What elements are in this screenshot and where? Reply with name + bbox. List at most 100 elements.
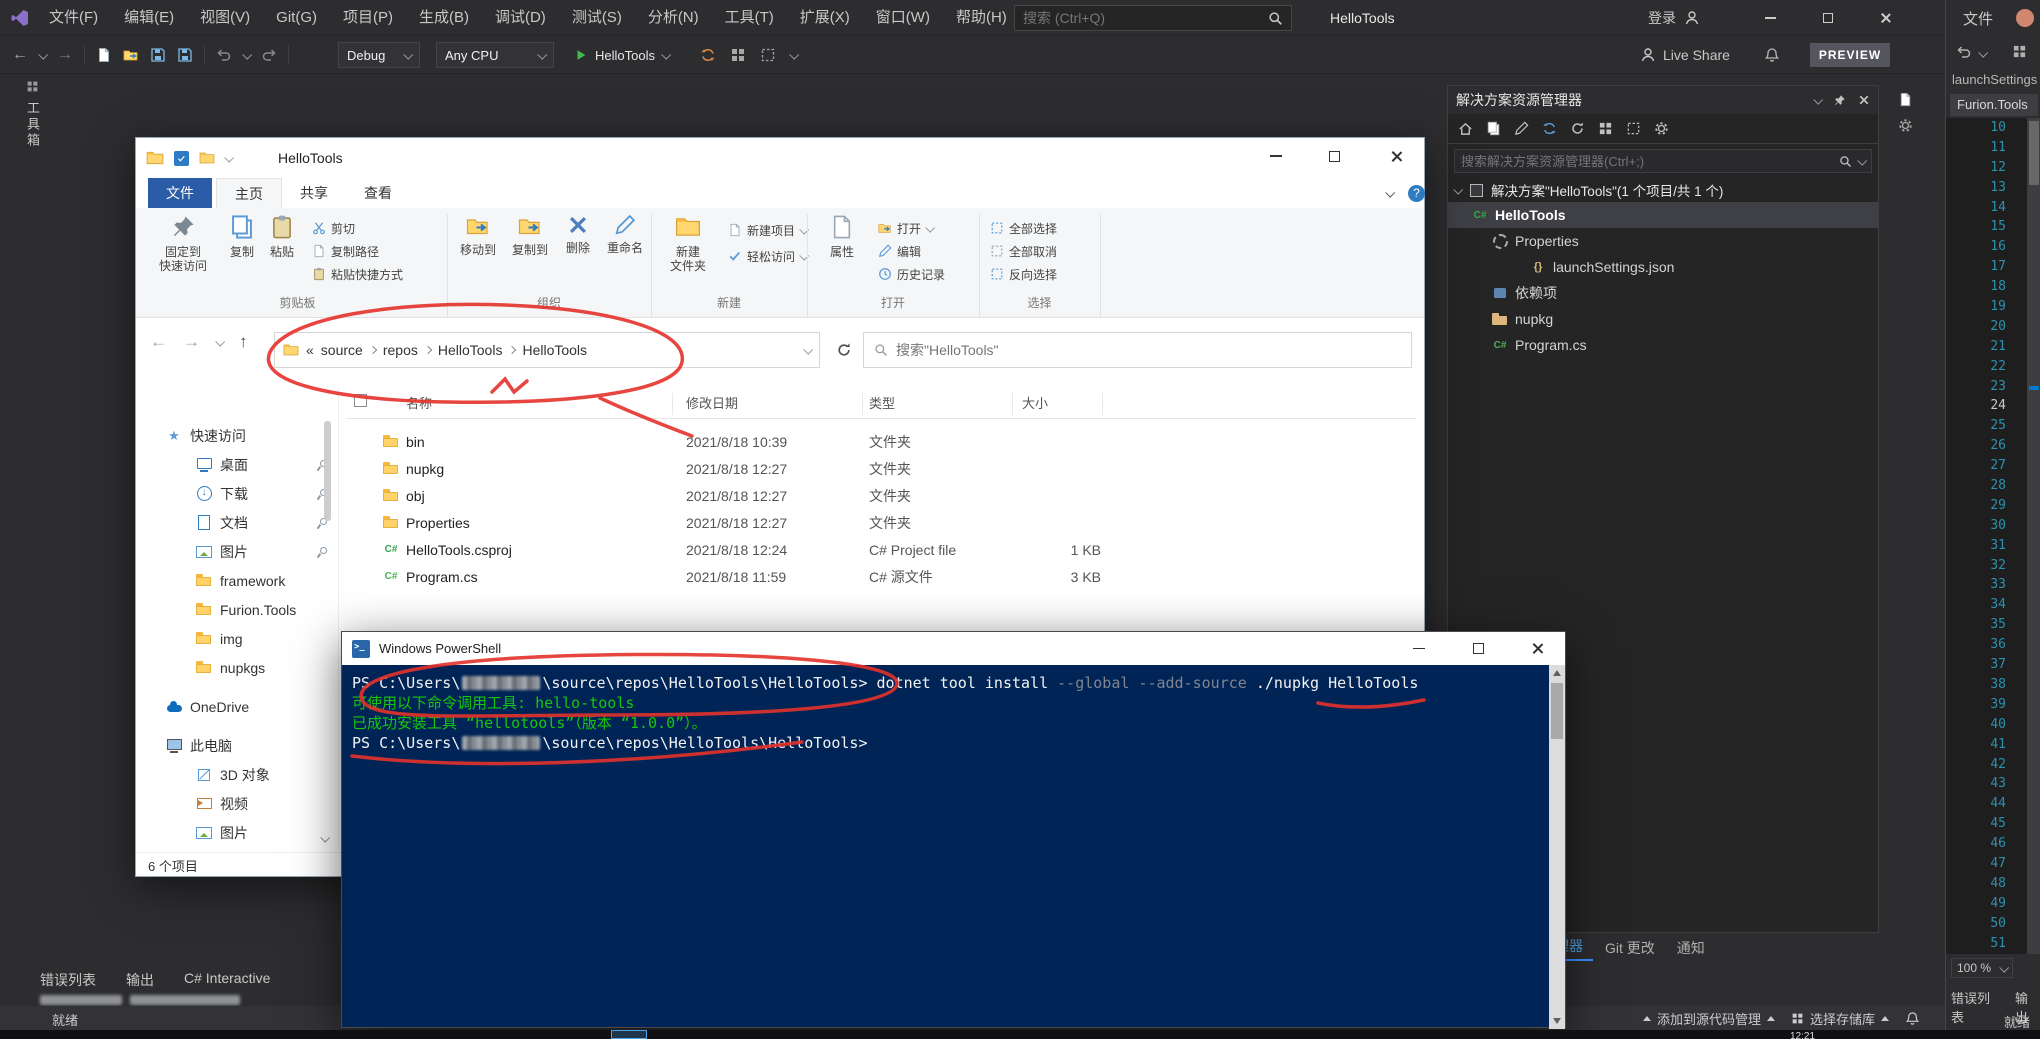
ribbon-copy-path-button[interactable]: 复制路径 xyxy=(312,241,379,261)
navigate-back-icon[interactable]: ← xyxy=(12,46,28,64)
save-all-icon[interactable] xyxy=(177,47,193,63)
active-taskbar-app[interactable] xyxy=(611,1030,647,1039)
column-separator[interactable] xyxy=(1012,393,1013,415)
ribbon-history-button[interactable]: 历史记录 xyxy=(878,264,945,284)
minimize-button[interactable] xyxy=(1256,138,1296,174)
back-button[interactable]: ← xyxy=(150,332,167,352)
sign-in-button[interactable]: 登录 xyxy=(1648,0,1700,36)
menu-item[interactable]: 视图(V) xyxy=(187,0,263,36)
vs-search-input[interactable] xyxy=(1023,10,1268,26)
column-date-modified[interactable]: 修改日期 xyxy=(686,393,738,412)
back-dropdown-icon[interactable] xyxy=(38,49,48,59)
chevron-down-icon[interactable] xyxy=(1978,48,1988,58)
ribbon-select-none-button[interactable]: 全部取消 xyxy=(990,241,1057,261)
menu-item[interactable]: 文件(F) xyxy=(36,0,111,36)
redo-icon[interactable] xyxy=(261,47,277,63)
nav-item[interactable]: 文档 xyxy=(144,508,334,537)
column-separator[interactable] xyxy=(672,393,673,415)
scrollbar-thumb[interactable] xyxy=(1551,683,1563,739)
nav-item[interactable]: 桌面 xyxy=(144,450,334,479)
breadcrumb-item[interactable]: HelloTools xyxy=(438,342,516,358)
toolbox-tab[interactable]: 工具箱 xyxy=(4,80,61,149)
save-icon[interactable] xyxy=(150,47,166,63)
file-row[interactable]: nupkg 2021/8/18 12:27 文件夹 xyxy=(382,455,1101,482)
ribbon-select-all-button[interactable]: 全部选择 xyxy=(990,218,1057,238)
refresh-icon[interactable] xyxy=(1570,121,1585,136)
platform-dropdown[interactable]: Any CPU xyxy=(436,42,554,68)
nav-item[interactable]: img xyxy=(144,624,334,653)
breadcrumb-item[interactable]: source xyxy=(321,342,376,358)
ribbon-edit-button[interactable]: 编辑 xyxy=(878,241,921,261)
solution-search-input[interactable] xyxy=(1461,154,1833,169)
menu-item[interactable]: 扩展(X) xyxy=(787,0,863,36)
solution-explorer-search[interactable] xyxy=(1454,149,1872,173)
ribbon-paste-shortcut-button[interactable]: 粘贴快捷方式 xyxy=(312,264,403,284)
nav-item[interactable]: framework xyxy=(144,566,334,595)
column-size[interactable]: 大小 xyxy=(1022,393,1048,412)
nav-scrollbar-thumb[interactable] xyxy=(324,421,331,521)
toolbar-layout-icon[interactable] xyxy=(760,47,776,63)
ribbon-tab[interactable]: 共享 xyxy=(282,178,346,208)
solution-explorer-header[interactable]: 解决方案资源管理器 xyxy=(1448,86,1878,114)
close-button[interactable] xyxy=(1863,0,1909,36)
start-debugging-button[interactable]: HelloTools xyxy=(568,42,675,68)
document-tab[interactable]: launchSettings xyxy=(1952,72,2037,87)
recent-locations-icon[interactable] xyxy=(215,336,225,346)
menu-item[interactable]: 窗口(W) xyxy=(863,0,943,36)
ribbon-easy-access-button[interactable]: 轻松访问 xyxy=(728,246,807,266)
ribbon-pin-button[interactable]: 固定到 快速访问 xyxy=(148,214,218,273)
show-all-files-icon[interactable] xyxy=(1626,121,1641,136)
new-project-icon[interactable] xyxy=(96,47,112,63)
select-repository-button[interactable]: 选择存储库 xyxy=(1791,1009,1889,1028)
select-all-checkbox[interactable] xyxy=(354,394,367,407)
column-type[interactable]: 类型 xyxy=(869,393,895,412)
help-icon[interactable]: ? xyxy=(1408,185,1425,202)
open-folder-icon[interactable] xyxy=(123,47,139,63)
sync-icon[interactable] xyxy=(1542,121,1557,136)
tree-item[interactable]: Properties xyxy=(1448,228,1878,254)
menu-item[interactable]: 测试(S) xyxy=(559,0,635,36)
navigate-forward-icon[interactable]: → xyxy=(57,46,73,64)
menu-item[interactable]: 分析(N) xyxy=(635,0,712,36)
breadcrumb-item[interactable]: repos xyxy=(383,342,431,358)
nav-item[interactable]: 视频 xyxy=(144,789,334,818)
bottom-panel-tab[interactable]: 错误列表 xyxy=(40,970,96,990)
pin-icon[interactable] xyxy=(1833,94,1846,107)
powershell-output[interactable]: PS C:\Users\\source\repos\HelloTools\Hel… xyxy=(342,665,1551,1029)
menu-item[interactable]: 编辑(E) xyxy=(111,0,187,36)
add-to-source-control-button[interactable]: 添加到源代码管理 xyxy=(1643,1009,1775,1028)
live-share-button[interactable]: Live Share xyxy=(1640,36,1730,74)
close-button[interactable] xyxy=(1376,138,1416,174)
zoom-control[interactable]: 100 % xyxy=(1951,958,2013,978)
minimize-button[interactable] xyxy=(1397,632,1441,665)
panel-tab[interactable]: 错误列表 xyxy=(1951,988,2001,1026)
nav-item[interactable]: 下载 xyxy=(144,479,334,508)
toolbar-window-icon[interactable] xyxy=(730,47,746,63)
ribbon-rename-button[interactable]: 重命名 xyxy=(602,214,648,255)
nav-item[interactable]: nupkgs xyxy=(144,653,334,682)
scroll-down-icon[interactable] xyxy=(1553,1018,1561,1024)
console-scrollbar[interactable] xyxy=(1549,665,1565,1029)
menu-item[interactable]: 工具(T) xyxy=(712,0,787,36)
pending-changes-icon[interactable] xyxy=(1514,121,1529,136)
vs-quick-search[interactable] xyxy=(1014,5,1292,31)
menu-item[interactable]: 帮助(H) xyxy=(943,0,1020,36)
undo-icon[interactable] xyxy=(216,47,232,63)
tool-window-tab[interactable]: 通知 xyxy=(1667,935,1715,961)
nav-item[interactable]: OneDrive xyxy=(144,692,334,721)
address-dropdown-icon[interactable] xyxy=(803,344,813,354)
file-row[interactable]: Program.cs 2021/8/18 11:59 C# 源文件 3 KB xyxy=(382,563,1101,590)
home-icon[interactable] xyxy=(1458,121,1473,136)
explorer-titlebar[interactable]: HelloTools xyxy=(136,138,1424,178)
ribbon-tab[interactable]: 文件 xyxy=(148,178,212,208)
file-row[interactable]: bin 2021/8/18 10:39 文件夹 xyxy=(382,428,1101,455)
switch-views-icon[interactable] xyxy=(1486,121,1501,136)
column-separator[interactable] xyxy=(1102,393,1103,415)
maximize-button[interactable] xyxy=(1314,138,1354,174)
code-editor[interactable]: 1011121314151617181920212223242526272829… xyxy=(1946,118,2040,954)
nav-item[interactable]: 快速访问 xyxy=(144,421,334,450)
ribbon-open-button[interactable]: 打开 xyxy=(878,218,933,238)
ribbon-copy-to-button[interactable]: 复制到 xyxy=(506,214,554,257)
file-row[interactable]: HelloTools.csproj 2021/8/18 12:24 C# Pro… xyxy=(382,536,1101,563)
minimize-button[interactable] xyxy=(1747,0,1793,36)
